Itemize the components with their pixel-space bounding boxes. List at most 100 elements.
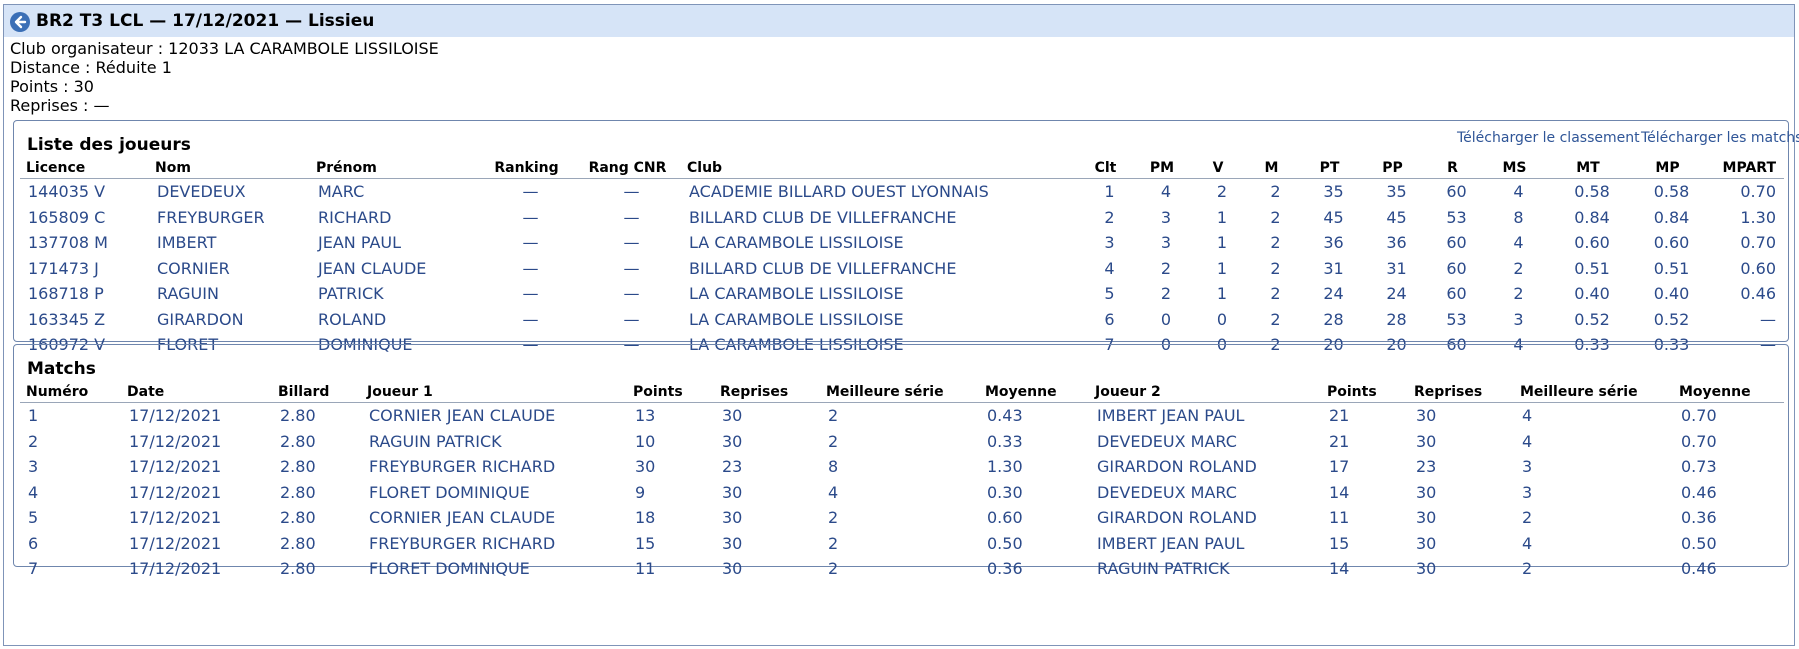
cell-ranking: —: [522, 182, 539, 202]
cell-reprises: 30: [1416, 431, 1437, 451]
cell-moyenne: 0.43: [987, 406, 1023, 426]
table-row[interactable]: 163345 Z GIRARDON ROLAND — — LA CARAMBOLE LIS…: [20, 307, 1784, 333]
table-row[interactable]: 7 17/12/2021 2.80 FLORET DOMINIQUE 11 30 2 0.36…: [20, 556, 1784, 582]
download-ranking-link[interactable]: Télécharger le classement: [1457, 130, 1640, 146]
cell-mp: 0.84: [1653, 207, 1690, 227]
players-table: Licence Nom Prénom Ranking Rang CNR Club Clt PM…: [20, 158, 1784, 358]
cell-r: 60: [1446, 258, 1467, 278]
cell-pp: 45: [1386, 207, 1407, 227]
column-header-moyenne: Moyenne: [979, 382, 1089, 403]
cell-reprises: 30: [722, 482, 743, 502]
cell-billard: 2.80: [280, 431, 316, 451]
cell-pp: 36: [1386, 233, 1407, 253]
cell-billard: 2.80: [280, 508, 316, 528]
cell-pm: 3: [1160, 233, 1172, 253]
table-row[interactable]: 4 17/12/2021 2.80 FLORET DOMINIQUE 9 30 4 0.30 D…: [20, 480, 1784, 506]
table-row[interactable]: 171473 J CORNIER JEAN CLAUDE — — BILLARD CLUB…: [20, 256, 1784, 282]
cell-mt: 0.58: [1574, 182, 1610, 202]
cell-mp: 0.51: [1653, 258, 1690, 278]
cell-reprises: 30: [722, 431, 743, 451]
cell-clt: 5: [1104, 284, 1115, 304]
column-header-pm: PM: [1133, 158, 1191, 179]
table-row[interactable]: 3 17/12/2021 2.80 FREYBURGER RICHARD 30 23 8 1.…: [20, 454, 1784, 480]
cell-club: LA CARAMBOLE LISSILOISE: [689, 284, 904, 304]
cell-m: 2: [1270, 207, 1281, 227]
cell-numero: 1: [28, 406, 39, 426]
points-info: Points : 30: [10, 77, 94, 96]
reprises-info: Reprises : —: [10, 96, 110, 115]
column-header-meilleure-serie: Meilleure série: [820, 382, 979, 403]
cell-ms: 2: [1513, 258, 1524, 278]
table-row[interactable]: 137708 M IMBERT JEAN PAUL — — LA CARAMBOLE LI…: [20, 230, 1784, 256]
cell-points: 11: [1329, 508, 1350, 528]
cell-clt: 2: [1104, 207, 1115, 227]
players-header-row: Licence Nom Prénom Ranking Rang CNR Club Clt PM…: [20, 158, 1784, 179]
matches-panel: Matchs Numéro Date Billard Joueur 1 Points Re…: [13, 344, 1789, 578]
column-header-joueur-2: Joueur 2: [1089, 382, 1321, 403]
cell-v: 0: [1216, 309, 1228, 329]
cell-moyenne: 0.36: [1681, 508, 1717, 528]
column-header-pt: PT: [1298, 158, 1361, 179]
cell-moyenne: 0.46: [1681, 482, 1717, 502]
column-header-date: Date: [121, 382, 272, 403]
cell-date: 17/12/2021: [129, 508, 222, 528]
cell-prenom: PATRICK: [318, 284, 384, 304]
table-row[interactable]: 5 17/12/2021 2.80 CORNIER JEAN CLAUDE 18 30 2 0…: [20, 505, 1784, 531]
cell-points: 15: [635, 533, 656, 553]
cell-meilleure-serie: 2: [828, 406, 839, 426]
cell-billard: 2.80: [280, 457, 316, 477]
cell-moyenne: 0.50: [1681, 533, 1717, 553]
column-header-joueur-1: Joueur 1: [361, 382, 627, 403]
cell-numero: 7: [28, 559, 39, 579]
cell-moyenne: 0.50: [987, 533, 1023, 553]
cell-points: 17: [1329, 457, 1350, 477]
cell-points: 13: [635, 406, 656, 426]
cell-points: 21: [1329, 431, 1350, 451]
cell-points: 11: [635, 559, 656, 579]
cell-joueur-1: FLORET DOMINIQUE: [369, 559, 530, 579]
cell-mpart: —: [1760, 309, 1776, 329]
table-row[interactable]: 1 17/12/2021 2.80 CORNIER JEAN CLAUDE 13 30 2 0…: [20, 403, 1784, 429]
cell-joueur-1: FLORET DOMINIQUE: [369, 482, 530, 502]
table-row[interactable]: 165809 C FREYBURGER RICHARD — — BILLARD CLUB …: [20, 205, 1784, 231]
cell-joueur-1: FREYBURGER RICHARD: [369, 533, 556, 553]
cell-meilleure-serie: 3: [1522, 457, 1533, 477]
cell-date: 17/12/2021: [129, 482, 222, 502]
arrow-left-circle-icon[interactable]: [10, 12, 30, 32]
cell-meilleure-serie: 2: [828, 559, 839, 579]
column-header-pp: PP: [1361, 158, 1424, 179]
table-row[interactable]: 168718 P RAGUIN PATRICK — — LA CARAMBOLE LISS…: [20, 281, 1784, 307]
column-header-reprises: Reprises: [1408, 382, 1514, 403]
cell-numero: 5: [28, 508, 39, 528]
cell-points: 14: [1329, 482, 1350, 502]
cell-mt: 0.84: [1574, 207, 1610, 227]
cell-prenom: JEAN PAUL: [318, 233, 402, 253]
cell-billard: 2.80: [280, 482, 316, 502]
cell-moyenne: 0.46: [1681, 559, 1717, 579]
cell-m: 2: [1270, 309, 1281, 329]
cell-billard: 2.80: [280, 559, 316, 579]
column-header-club: Club: [681, 158, 1078, 179]
table-row[interactable]: 2 17/12/2021 2.80 RAGUIN PATRICK 10 30 2 0.33 DE…: [20, 429, 1784, 455]
cell-meilleure-serie: 4: [1522, 406, 1533, 426]
cell-moyenne: 1.30: [987, 457, 1023, 477]
table-row[interactable]: 144035 V DEVEDEUX MARC — — ACADEMIE BILLARD O…: [20, 179, 1784, 205]
cell-rang-cnr: —: [623, 258, 640, 278]
table-row[interactable]: 6 17/12/2021 2.80 FREYBURGER RICHARD 15 30 2 0.…: [20, 531, 1784, 557]
cell-pm: 2: [1160, 258, 1172, 278]
cell-reprises: 30: [1416, 482, 1437, 502]
cell-nom: GIRARDON: [157, 309, 244, 329]
cell-m: 2: [1270, 258, 1281, 278]
cell-mt: 0.52: [1574, 309, 1610, 329]
download-matches-link[interactable]: Télécharger les matchs: [1641, 130, 1799, 146]
column-header-mt: MT: [1548, 158, 1628, 179]
cell-reprises: 30: [1416, 559, 1437, 579]
cell-reprises: 30: [722, 559, 743, 579]
cell-joueur-2: DEVEDEUX MARC: [1097, 431, 1237, 451]
cell-nom: RAGUIN: [157, 284, 219, 304]
cell-prenom: MARC: [318, 182, 365, 202]
cell-mpart: 0.70: [1740, 233, 1776, 253]
cell-r: 60: [1446, 284, 1467, 304]
players-panel-title: Liste des joueurs: [27, 135, 191, 155]
cell-reprises: 23: [722, 457, 743, 477]
